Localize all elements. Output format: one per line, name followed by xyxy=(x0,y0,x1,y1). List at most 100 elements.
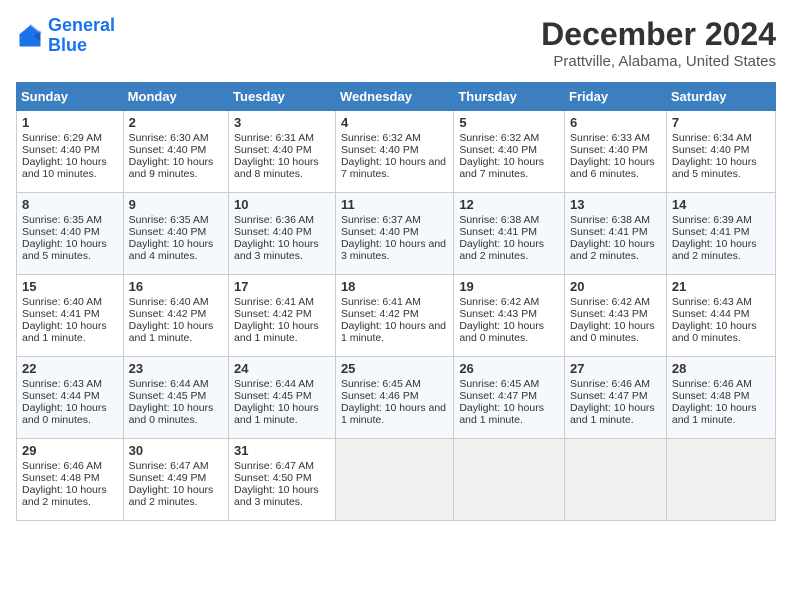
calendar-col-header: Tuesday xyxy=(229,83,336,111)
daylight: Daylight: 10 hours and 6 minutes. xyxy=(570,156,655,180)
daylight: Daylight: 10 hours and 7 minutes. xyxy=(341,156,446,180)
sunset: Sunset: 4:42 PM xyxy=(234,308,312,320)
daylight: Daylight: 10 hours and 7 minutes. xyxy=(459,156,544,180)
sunrise: Sunrise: 6:44 AM xyxy=(129,378,209,390)
sunrise: Sunrise: 6:42 AM xyxy=(459,296,539,308)
sunset: Sunset: 4:42 PM xyxy=(341,308,419,320)
sunset: Sunset: 4:43 PM xyxy=(570,308,648,320)
calendar-cell: 30Sunrise: 6:47 AMSunset: 4:49 PMDayligh… xyxy=(123,439,228,521)
sunrise: Sunrise: 6:35 AM xyxy=(129,214,209,226)
day-number: 21 xyxy=(672,279,770,294)
sunset: Sunset: 4:45 PM xyxy=(129,390,207,402)
daylight: Daylight: 10 hours and 2 minutes. xyxy=(570,238,655,262)
page-header: General Blue December 2024 Prattville, A… xyxy=(16,16,776,70)
sunset: Sunset: 4:40 PM xyxy=(129,144,207,156)
calendar-cell: 4Sunrise: 6:32 AMSunset: 4:40 PMDaylight… xyxy=(335,111,453,193)
daylight: Daylight: 10 hours and 3 minutes. xyxy=(234,238,319,262)
calendar-col-header: Saturday xyxy=(666,83,775,111)
daylight: Daylight: 10 hours and 5 minutes. xyxy=(672,156,757,180)
day-number: 17 xyxy=(234,279,330,294)
title-block: December 2024 Prattville, Alabama, Unite… xyxy=(541,16,776,70)
day-number: 8 xyxy=(22,197,118,212)
calendar-cell: 16Sunrise: 6:40 AMSunset: 4:42 PMDayligh… xyxy=(123,275,228,357)
day-number: 4 xyxy=(341,115,448,130)
sunrise: Sunrise: 6:46 AM xyxy=(22,460,102,472)
calendar-cell: 6Sunrise: 6:33 AMSunset: 4:40 PMDaylight… xyxy=(565,111,667,193)
day-number: 5 xyxy=(459,115,559,130)
day-number: 13 xyxy=(570,197,661,212)
day-number: 12 xyxy=(459,197,559,212)
sunrise: Sunrise: 6:38 AM xyxy=(459,214,539,226)
calendar-cell: 22Sunrise: 6:43 AMSunset: 4:44 PMDayligh… xyxy=(17,357,124,439)
calendar-cell: 27Sunrise: 6:46 AMSunset: 4:47 PMDayligh… xyxy=(565,357,667,439)
daylight: Daylight: 10 hours and 0 minutes. xyxy=(570,320,655,344)
daylight: Daylight: 10 hours and 0 minutes. xyxy=(129,402,214,426)
sunset: Sunset: 4:40 PM xyxy=(234,144,312,156)
day-number: 6 xyxy=(570,115,661,130)
sunset: Sunset: 4:41 PM xyxy=(459,226,537,238)
daylight: Daylight: 10 hours and 9 minutes. xyxy=(129,156,214,180)
calendar-week-row: 15Sunrise: 6:40 AMSunset: 4:41 PMDayligh… xyxy=(17,275,776,357)
daylight: Daylight: 10 hours and 1 minute. xyxy=(459,402,544,426)
calendar-cell: 28Sunrise: 6:46 AMSunset: 4:48 PMDayligh… xyxy=(666,357,775,439)
logo-icon xyxy=(16,22,44,50)
calendar-cell: 11Sunrise: 6:37 AMSunset: 4:40 PMDayligh… xyxy=(335,193,453,275)
logo: General Blue xyxy=(16,16,115,56)
day-number: 3 xyxy=(234,115,330,130)
sunrise: Sunrise: 6:34 AM xyxy=(672,132,752,144)
day-number: 24 xyxy=(234,361,330,376)
sunrise: Sunrise: 6:43 AM xyxy=(22,378,102,390)
sunset: Sunset: 4:47 PM xyxy=(570,390,648,402)
day-number: 11 xyxy=(341,197,448,212)
sunrise: Sunrise: 6:32 AM xyxy=(341,132,421,144)
sunrise: Sunrise: 6:44 AM xyxy=(234,378,314,390)
day-number: 23 xyxy=(129,361,223,376)
daylight: Daylight: 10 hours and 1 minute. xyxy=(234,320,319,344)
calendar-cell: 2Sunrise: 6:30 AMSunset: 4:40 PMDaylight… xyxy=(123,111,228,193)
daylight: Daylight: 10 hours and 1 minute. xyxy=(570,402,655,426)
sunset: Sunset: 4:40 PM xyxy=(22,144,100,156)
calendar-cell: 24Sunrise: 6:44 AMSunset: 4:45 PMDayligh… xyxy=(229,357,336,439)
day-number: 2 xyxy=(129,115,223,130)
calendar-cell: 7Sunrise: 6:34 AMSunset: 4:40 PMDaylight… xyxy=(666,111,775,193)
sunrise: Sunrise: 6:39 AM xyxy=(672,214,752,226)
daylight: Daylight: 10 hours and 5 minutes. xyxy=(22,238,107,262)
day-number: 28 xyxy=(672,361,770,376)
sunset: Sunset: 4:40 PM xyxy=(341,226,419,238)
sunrise: Sunrise: 6:29 AM xyxy=(22,132,102,144)
calendar-week-row: 8Sunrise: 6:35 AMSunset: 4:40 PMDaylight… xyxy=(17,193,776,275)
sunrise: Sunrise: 6:37 AM xyxy=(341,214,421,226)
sunrise: Sunrise: 6:47 AM xyxy=(129,460,209,472)
sunset: Sunset: 4:48 PM xyxy=(672,390,750,402)
sunrise: Sunrise: 6:40 AM xyxy=(22,296,102,308)
sunset: Sunset: 4:49 PM xyxy=(129,472,207,484)
calendar-cell: 26Sunrise: 6:45 AMSunset: 4:47 PMDayligh… xyxy=(454,357,565,439)
calendar-col-header: Thursday xyxy=(454,83,565,111)
daylight: Daylight: 10 hours and 1 minute. xyxy=(22,320,107,344)
calendar-header-row: SundayMondayTuesdayWednesdayThursdayFrid… xyxy=(17,83,776,111)
page-title: December 2024 xyxy=(541,16,776,53)
calendar-cell: 17Sunrise: 6:41 AMSunset: 4:42 PMDayligh… xyxy=(229,275,336,357)
calendar-col-header: Wednesday xyxy=(335,83,453,111)
calendar-cell: 10Sunrise: 6:36 AMSunset: 4:40 PMDayligh… xyxy=(229,193,336,275)
sunrise: Sunrise: 6:35 AM xyxy=(22,214,102,226)
calendar-cell xyxy=(335,439,453,521)
daylight: Daylight: 10 hours and 2 minutes. xyxy=(672,238,757,262)
daylight: Daylight: 10 hours and 1 minute. xyxy=(129,320,214,344)
day-number: 26 xyxy=(459,361,559,376)
sunrise: Sunrise: 6:45 AM xyxy=(341,378,421,390)
calendar-cell: 19Sunrise: 6:42 AMSunset: 4:43 PMDayligh… xyxy=(454,275,565,357)
daylight: Daylight: 10 hours and 0 minutes. xyxy=(672,320,757,344)
sunset: Sunset: 4:44 PM xyxy=(672,308,750,320)
calendar-cell xyxy=(666,439,775,521)
sunset: Sunset: 4:47 PM xyxy=(459,390,537,402)
day-number: 1 xyxy=(22,115,118,130)
daylight: Daylight: 10 hours and 2 minutes. xyxy=(129,484,214,508)
daylight: Daylight: 10 hours and 10 minutes. xyxy=(22,156,107,180)
calendar-cell: 25Sunrise: 6:45 AMSunset: 4:46 PMDayligh… xyxy=(335,357,453,439)
daylight: Daylight: 10 hours and 1 minute. xyxy=(341,320,446,344)
sunset: Sunset: 4:44 PM xyxy=(22,390,100,402)
day-number: 18 xyxy=(341,279,448,294)
sunset: Sunset: 4:48 PM xyxy=(22,472,100,484)
sunset: Sunset: 4:40 PM xyxy=(234,226,312,238)
